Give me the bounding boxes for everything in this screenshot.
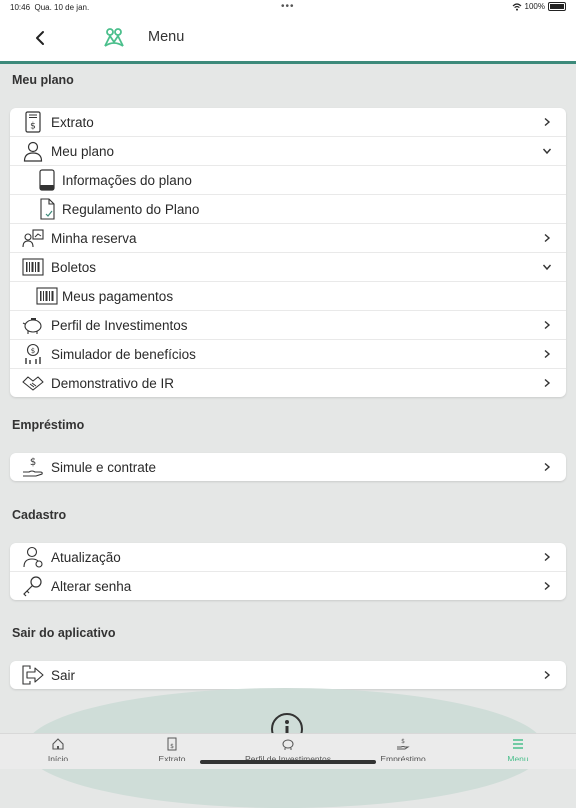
menu-item-label: Demonstrativo de IR: [51, 375, 175, 391]
header-accent-bar: [0, 61, 576, 64]
menu-item-alterar-senha[interactable]: Alterar senha: [10, 572, 566, 600]
menu-item-label: Meu plano: [51, 143, 115, 159]
menu-item-label: Minha reserva: [51, 230, 137, 246]
statement-icon: $: [167, 737, 177, 751]
section-title-emprestimo: Empréstimo: [12, 418, 85, 432]
person-icon: [22, 140, 44, 162]
menu-card-meu-plano: $ Extrato Meu plano Informações do plano…: [10, 108, 566, 397]
menu-icon: [513, 739, 523, 749]
section-title-meu-plano: Meu plano: [12, 73, 74, 87]
piggy-bank-icon: [282, 739, 294, 750]
tab-menu[interactable]: Menu: [468, 737, 568, 761]
menu-card-emprestimo: $ Simule e contrate: [10, 453, 566, 481]
hand-money-icon: $: [22, 456, 44, 478]
logo-icon: [104, 28, 124, 47]
statement-icon: $: [22, 111, 44, 133]
menu-item-label: Meus pagamentos: [62, 288, 174, 304]
handshake-icon: [22, 372, 44, 394]
menu-item-boletos[interactable]: Boletos: [10, 253, 566, 282]
svg-text:$: $: [31, 347, 35, 355]
svg-text:$: $: [170, 743, 174, 750]
piggy-bank-icon: [22, 314, 44, 336]
svg-text:$: $: [30, 122, 36, 132]
menu-item-label: Regulamento do Plano: [62, 201, 200, 217]
simulator-icon: $: [22, 343, 44, 365]
menu-item-simule-e-contrate[interactable]: $ Simule e contrate: [10, 453, 566, 481]
menu-item-perfil-de-investimentos[interactable]: Perfil de Investimentos: [10, 311, 566, 340]
section-title-sair: Sair do aplicativo: [12, 626, 116, 640]
menu-subitem-meus-pagamentos[interactable]: Meus pagamentos: [10, 282, 566, 311]
header: Menu: [0, 14, 576, 62]
chevron-right-icon: [544, 552, 551, 562]
chevron-down-icon: [542, 264, 552, 271]
chevron-down-icon: [542, 148, 552, 155]
status-bar: 10:46 Qua. 10 de jan. ••• 100%: [0, 0, 576, 14]
menu-item-extrato[interactable]: $ Extrato: [10, 108, 566, 137]
chevron-right-icon: [544, 581, 551, 591]
chevron-right-icon: [544, 378, 551, 388]
chevron-right-icon: [544, 670, 551, 680]
wifi-icon: [512, 2, 521, 11]
battery-percent: 100%: [524, 2, 545, 11]
menu-item-label: Simulador de benefícios: [51, 346, 196, 362]
tab-label: Menu: [507, 754, 529, 761]
menu-card-sair: Sair: [10, 661, 566, 689]
menu-item-label: Atualização: [51, 549, 121, 565]
multitasking-dots[interactable]: •••: [281, 1, 295, 12]
status-time: 10:46 Qua. 10 de jan.: [10, 3, 90, 12]
menu-item-meu-plano[interactable]: Meu plano: [10, 137, 566, 166]
person-update-icon: [22, 546, 44, 568]
exit-icon: [22, 664, 44, 686]
menu-item-label: Alterar senha: [51, 578, 132, 594]
tab-emprestimo[interactable]: $ Empréstimo: [353, 737, 453, 761]
menu-item-simulador-de-beneficios[interactable]: $ Simulador de benefícios: [10, 340, 566, 369]
barcode-icon: [22, 256, 44, 278]
status-right: 100%: [512, 2, 566, 11]
menu-item-label: Extrato: [51, 114, 94, 130]
home-indicator[interactable]: [200, 760, 376, 764]
chevron-right-icon: [544, 320, 551, 330]
menu-item-label: Sair: [51, 667, 76, 683]
back-arrow-icon[interactable]: [30, 26, 52, 50]
page-title: Menu: [148, 29, 185, 45]
svg-text:$: $: [401, 738, 405, 745]
svg-text:$: $: [30, 457, 36, 468]
chevron-right-icon: [544, 233, 551, 243]
reserve-icon: [22, 227, 44, 249]
menu-item-label: Perfil de Investimentos: [51, 317, 188, 333]
menu-card-cadastro: Atualização Alterar senha: [10, 543, 566, 600]
chevron-right-icon: [544, 117, 551, 127]
barcode-icon: [36, 285, 58, 307]
tab-extrato[interactable]: $ Extrato: [122, 737, 222, 761]
menu-item-atualizacao[interactable]: Atualização: [10, 543, 566, 572]
home-icon: [52, 738, 64, 750]
menu-item-sair[interactable]: Sair: [10, 661, 566, 689]
menu-item-minha-reserva[interactable]: Minha reserva: [10, 224, 566, 253]
menu-item-label: Boletos: [51, 259, 97, 275]
menu-subitem-informacoes-do-plano[interactable]: Informações do plano: [10, 166, 566, 195]
chevron-right-icon: [544, 462, 551, 472]
menu-item-label: Simule e contrate: [51, 459, 157, 475]
section-title-cadastro: Cadastro: [12, 508, 67, 522]
document-icon: [36, 169, 58, 191]
hand-money-icon: $: [397, 738, 410, 750]
chevron-right-icon: [544, 349, 551, 359]
tab-perfil-de-investimentos[interactable]: Perfil de Investimentos: [238, 737, 338, 761]
battery-icon: [548, 2, 566, 11]
menu-item-demonstrativo-de-ir[interactable]: Demonstrativo de IR: [10, 369, 566, 397]
tab-inicio[interactable]: Início: [8, 737, 108, 761]
document-check-icon: [36, 198, 58, 220]
key-icon: [22, 575, 44, 597]
menu-item-label: Informações do plano: [62, 172, 192, 188]
menu-subitem-regulamento-do-plano[interactable]: Regulamento do Plano: [10, 195, 566, 224]
tab-label: Início: [47, 754, 69, 761]
